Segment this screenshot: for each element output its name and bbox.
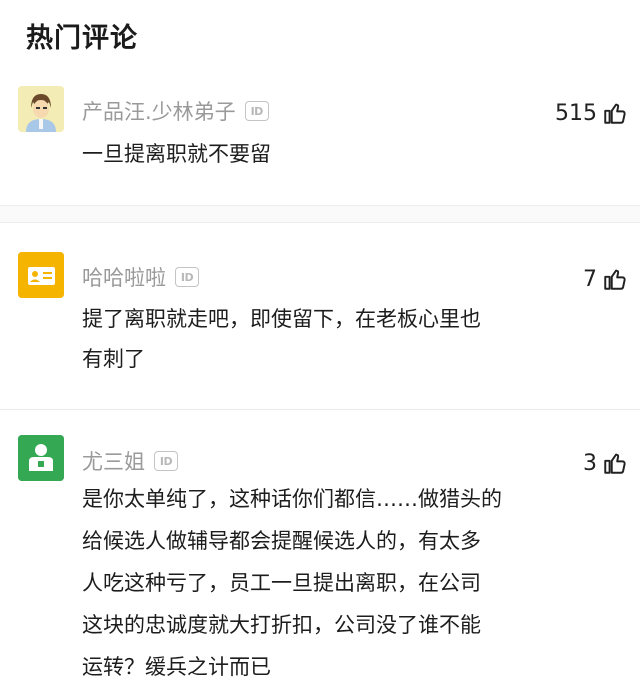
thumbs-up-icon[interactable] (602, 100, 628, 126)
like-button[interactable]: 3 (583, 450, 628, 476)
username[interactable]: 产品汪.少林弟子 (82, 96, 236, 126)
id-badge-icon: ID (154, 451, 178, 471)
comment-text-line: 运转？缓兵之计而已 (82, 655, 271, 679)
thumbs-up-icon[interactable] (602, 450, 628, 476)
thumbs-up-icon[interactable] (602, 266, 628, 292)
id-badge-icon: ID (244, 101, 269, 121)
like-button[interactable]: 7 (583, 266, 628, 292)
avatar[interactable] (18, 86, 64, 132)
avatar-person-icon (18, 435, 64, 481)
comment-text-line: 是你太单纯了，这种话你们都信……做猎头的 (82, 487, 502, 511)
section-title: 热门评论 (26, 23, 138, 54)
comment-text-line: 给候选人做辅导都会提醒候选人的，有太多 (82, 529, 481, 553)
divider (0, 222, 640, 223)
avatar-person-icon (18, 86, 64, 132)
like-count: 515 (555, 100, 597, 126)
divider (0, 205, 640, 206)
comment-text-line: 这块的忠诚度就大打折扣，公司没了谁不能 (82, 613, 481, 637)
like-count: 7 (583, 266, 597, 292)
comment-text-line: 提了离职就走吧，即使留下，在老板心里也 (82, 307, 481, 331)
comment-text-line: 人吃这种亏了，员工一旦提出离职，在公司 (82, 571, 481, 595)
username[interactable]: 哈哈啦啦 (82, 262, 166, 292)
comment-text-line: 有刺了 (82, 347, 145, 371)
avatar-card-icon (18, 252, 64, 298)
comment-text-line: 一旦提离职就不要留 (82, 142, 271, 166)
divider (0, 205, 640, 222)
divider (0, 409, 640, 410)
like-button[interactable]: 515 (555, 100, 628, 126)
username[interactable]: 尤三姐 (82, 446, 145, 476)
id-badge-icon: ID (175, 267, 199, 287)
avatar[interactable] (18, 435, 64, 481)
like-count: 3 (583, 450, 597, 476)
avatar[interactable] (18, 252, 64, 298)
